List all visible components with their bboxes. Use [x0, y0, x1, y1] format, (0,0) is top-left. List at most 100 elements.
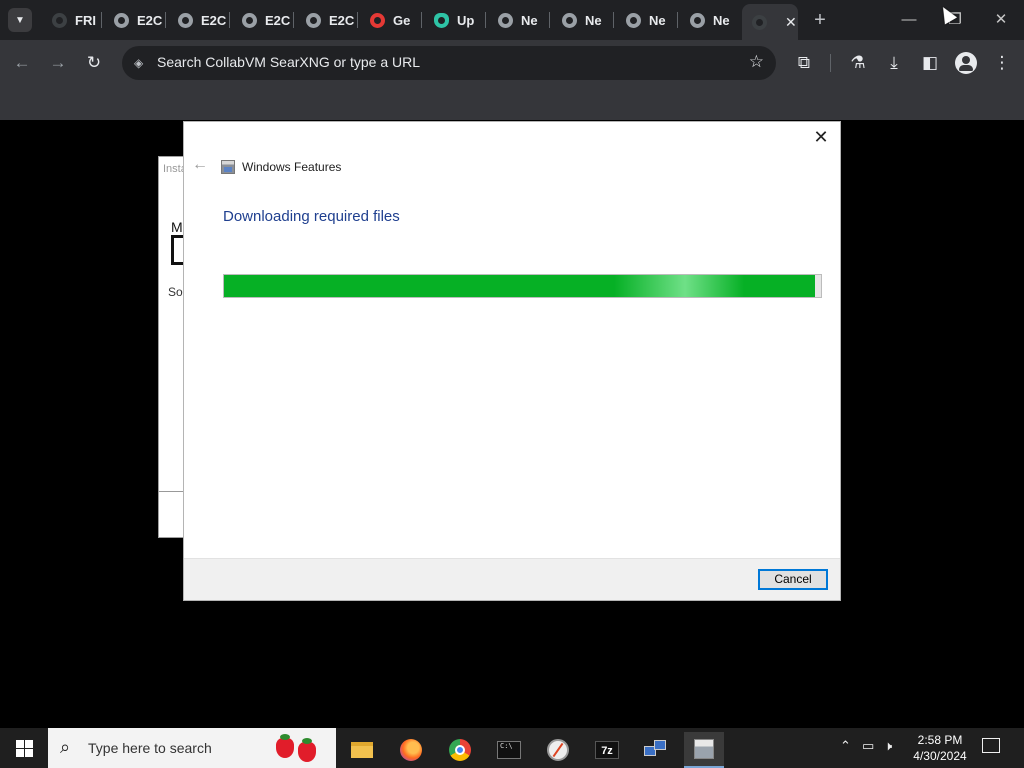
windows-logo-icon [16, 740, 24, 748]
minimize-button[interactable]: — [886, 0, 932, 40]
file-explorer-taskbar-button[interactable] [342, 732, 382, 768]
tab-3[interactable]: E2C [168, 6, 232, 34]
progress-fill [224, 275, 816, 297]
loading-favicon-icon [752, 14, 767, 30]
menu-kebab-icon[interactable]: ⋮ [990, 51, 1014, 75]
cancel-button[interactable]: Cancel [758, 569, 828, 590]
globe-icon [498, 12, 513, 28]
dialog-heading: Downloading required files [223, 208, 400, 225]
taskbar-search-box[interactable]: ⌕ Type here to search [48, 728, 336, 768]
tab-4[interactable]: E2C [232, 6, 296, 34]
start-button[interactable] [0, 728, 48, 768]
tab-8[interactable]: Ne [488, 6, 552, 34]
dialog-title: Windows Features [242, 160, 342, 174]
tab-10[interactable]: Ne [616, 6, 680, 34]
chrome-taskbar-button[interactable] [440, 732, 480, 768]
tab-9[interactable]: Ne [552, 6, 616, 34]
tab-6[interactable]: Ge [360, 6, 424, 34]
tab-label: Ne [585, 12, 602, 28]
tab-label: Ne [521, 12, 538, 28]
globe-icon [306, 12, 321, 28]
tab-separator [421, 12, 422, 28]
new-tab-button[interactable]: + [810, 8, 830, 32]
7zip-icon: 7z [595, 741, 619, 759]
dialog-footer: Cancel [184, 558, 840, 600]
close-window-button[interactable]: ✕ [978, 0, 1024, 40]
dialog-back-icon: ← [192, 156, 208, 173]
windows-logo-icon [25, 749, 33, 757]
dialog-close-icon[interactable]: ✕ [810, 126, 832, 148]
forward-icon[interactable]: → [46, 51, 70, 75]
search-placeholder: Type here to search [88, 740, 212, 756]
tab-separator [485, 12, 486, 28]
globe-icon [242, 12, 257, 28]
extensions-icon[interactable]: ⧉ [792, 51, 816, 75]
tab-label: E2C [329, 12, 355, 28]
windows-features-dialog: ✕ ← Windows Features Downloading require… [183, 121, 841, 601]
tab-search-button[interactable]: ▼ [8, 8, 32, 32]
globe-icon [626, 12, 641, 28]
restore-button[interactable]: ❐ [932, 0, 978, 40]
tab-label: E2C [137, 12, 163, 28]
browser-toolbar: ← → ↻ ◈ Search CollabVM SearXNG or type … [0, 40, 1024, 86]
bookmark-star-icon[interactable]: ☆ [749, 52, 764, 72]
taskbar: ⌕ Type here to search C:\ 7z ⌃ ▭ 🕨 2:58 … [0, 728, 1024, 768]
download-icon[interactable]: ⤓ [882, 51, 906, 75]
7zip-taskbar-button[interactable]: 7z [587, 732, 627, 768]
omnibox-text[interactable]: Search CollabVM SearXNG or type a URL [157, 54, 420, 70]
strawberry-icon [276, 734, 294, 758]
dark-favicon-icon [52, 12, 67, 28]
tab-separator [357, 12, 358, 28]
strawberry-icon [298, 738, 316, 762]
globe-icon [562, 12, 577, 28]
tab-separator [165, 12, 166, 28]
network-icon[interactable]: ▭ [862, 738, 874, 754]
tab-close-icon[interactable]: ✕ [785, 14, 797, 31]
compass-icon [547, 739, 569, 761]
tab-5[interactable]: E2C [296, 6, 360, 34]
windows-features-icon [221, 160, 235, 174]
search-icon: ⌕ [60, 737, 71, 757]
address-bar[interactable]: ◈ Search CollabVM SearXNG or type a URL … [122, 46, 776, 80]
tab-separator [677, 12, 678, 28]
network-app-taskbar-button[interactable] [636, 732, 676, 768]
globe-icon [178, 12, 193, 28]
tab-separator [549, 12, 550, 28]
tab-separator [101, 12, 102, 28]
command-prompt-taskbar-button[interactable]: C:\ [489, 732, 529, 768]
windows-logo-icon [25, 740, 33, 748]
windows-features-taskbar-button[interactable] [684, 732, 724, 768]
tab-separator [229, 12, 230, 28]
tab-2[interactable]: E2C [104, 6, 168, 34]
firefox-icon [400, 739, 422, 761]
firefox-taskbar-button[interactable] [391, 732, 431, 768]
network-computers-icon [644, 740, 668, 760]
labs-flask-icon[interactable]: ⚗ [846, 51, 870, 75]
profile-avatar-icon[interactable] [955, 52, 977, 74]
chevron-up-icon[interactable]: ⌃ [840, 738, 851, 754]
tab-7[interactable]: Up [424, 6, 488, 34]
notification-icon[interactable] [982, 738, 1000, 753]
tab-label: E2C [265, 12, 291, 28]
tab-11[interactable]: Ne [680, 6, 744, 34]
side-panel-icon[interactable]: ◧ [918, 51, 942, 75]
tab-active[interactable]: ✕ [742, 4, 798, 40]
tab-separator [293, 12, 294, 28]
terminal-icon: C:\ [497, 741, 521, 759]
tab-label: Up [457, 12, 475, 28]
taskbar-clock[interactable]: 2:58 PM 4/30/2024 [906, 732, 974, 764]
globe-icon [690, 12, 705, 28]
tab-label: E2C [201, 12, 227, 28]
compass-app-taskbar-button[interactable] [538, 732, 578, 768]
installer-text-fragment: So [168, 285, 183, 299]
cloud-icon [434, 12, 449, 28]
tab-1[interactable]: FRI [42, 6, 106, 34]
volume-muted-icon[interactable]: 🕨 [884, 738, 892, 754]
tab-label: Ne [649, 12, 666, 28]
tab-separator [613, 12, 614, 28]
reload-icon[interactable]: ↻ [82, 51, 106, 75]
tab-label: Ge [393, 12, 411, 28]
tab-label: Ne [713, 12, 730, 28]
back-icon[interactable]: ← [10, 51, 34, 75]
search-engine-icon: ◈ [134, 56, 144, 70]
